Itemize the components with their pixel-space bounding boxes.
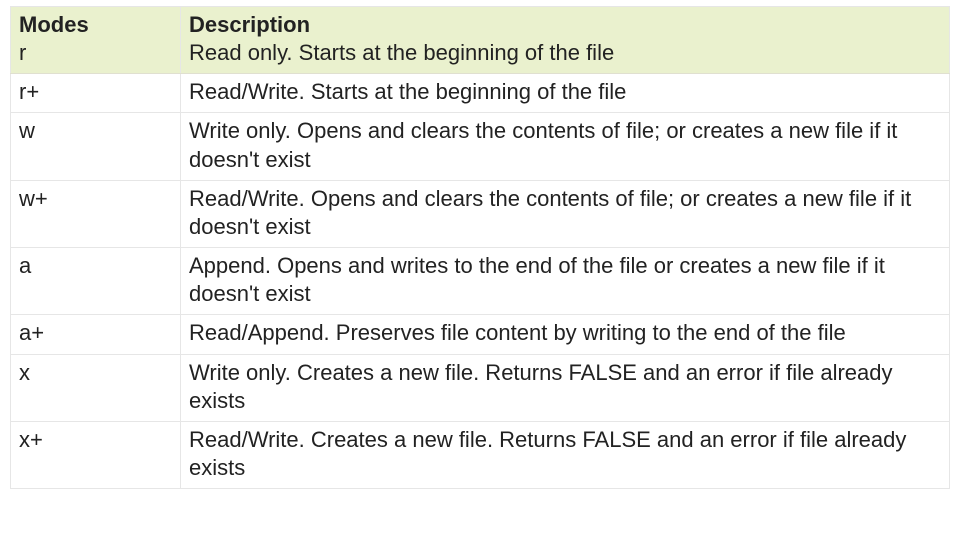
table-row: x+ Read/Write. Creates a new file. Retur… [11, 421, 950, 488]
cell-mode: x [11, 354, 181, 421]
cell-mode: x+ [11, 421, 181, 488]
header-example-description: Read only. Starts at the beginning of th… [189, 39, 941, 67]
modes-table: Modes r Description Read only. Starts at… [10, 6, 950, 489]
column-title-modes: Modes [19, 11, 172, 39]
table-row: w Write only. Opens and clears the conte… [11, 113, 950, 180]
table-container: Modes r Description Read only. Starts at… [10, 6, 950, 489]
cell-description: Read/Append. Preserves file content by w… [181, 315, 950, 354]
column-header-modes: Modes r [11, 7, 181, 74]
cell-description: Read/Write. Creates a new file. Returns … [181, 421, 950, 488]
cell-mode: w [11, 113, 181, 180]
header-example-mode: r [19, 39, 172, 67]
column-header-description: Description Read only. Starts at the beg… [181, 7, 950, 74]
table-row: a+ Read/Append. Preserves file content b… [11, 315, 950, 354]
table-row: r+ Read/Write. Starts at the beginning o… [11, 74, 950, 113]
table-row: x Write only. Creates a new file. Return… [11, 354, 950, 421]
cell-mode: a+ [11, 315, 181, 354]
table-row: a Append. Opens and writes to the end of… [11, 248, 950, 315]
cell-description: Write only. Opens and clears the content… [181, 113, 950, 180]
cell-description: Read/Write. Starts at the beginning of t… [181, 74, 950, 113]
cell-description: Append. Opens and writes to the end of t… [181, 248, 950, 315]
cell-mode: r+ [11, 74, 181, 113]
cell-mode: w+ [11, 180, 181, 247]
table-row: w+ Read/Write. Opens and clears the cont… [11, 180, 950, 247]
cell-mode: a [11, 248, 181, 315]
table-header-row: Modes r Description Read only. Starts at… [11, 7, 950, 74]
cell-description: Write only. Creates a new file. Returns … [181, 354, 950, 421]
column-title-description: Description [189, 11, 941, 39]
cell-description: Read/Write. Opens and clears the content… [181, 180, 950, 247]
